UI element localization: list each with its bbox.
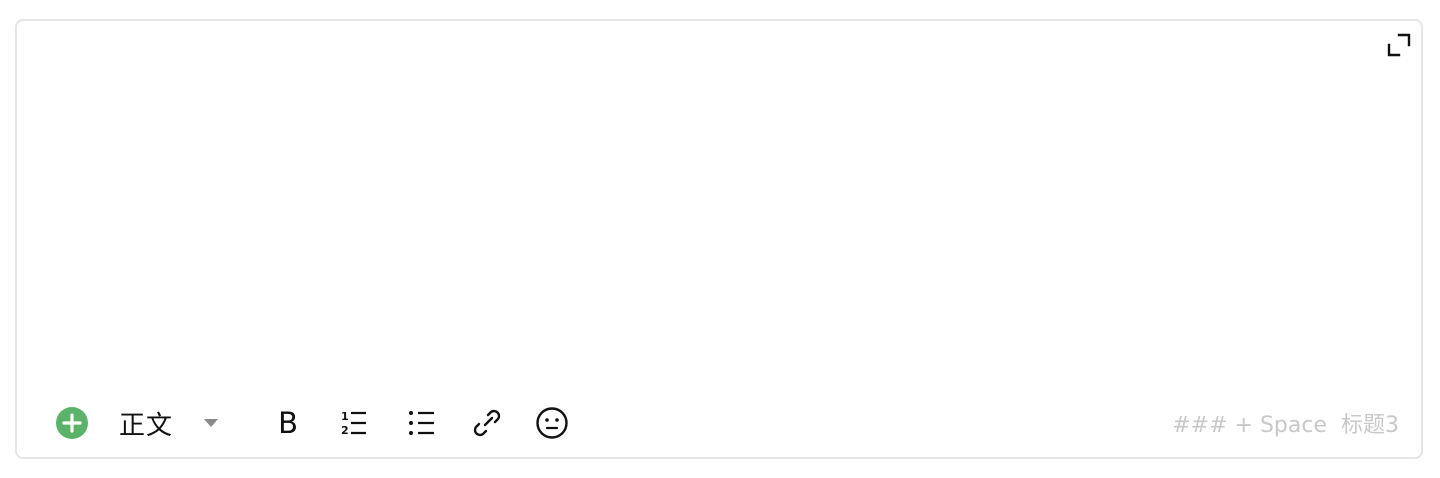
svg-text:2: 2 [341,424,349,437]
editor-content-area[interactable] [41,41,1361,377]
unordered-list-icon [409,411,435,435]
unordered-list-button[interactable] [405,403,439,443]
expand-icon [1387,33,1411,57]
rich-text-editor: 正文 B 1 2 ### + Space 标题3 [15,19,1423,459]
ordered-list-icon: 1 2 [341,410,367,437]
add-block-button[interactable] [55,406,89,440]
bold-label: B [278,406,298,440]
expand-button[interactable] [1385,31,1413,59]
svg-text:1: 1 [341,410,349,423]
ordered-list-button[interactable]: 1 2 [337,403,371,443]
plus-circle-icon [56,407,88,439]
link-button[interactable] [470,403,504,443]
bold-button[interactable]: B [271,403,305,443]
link-icon [473,409,501,437]
text-style-dropdown[interactable]: 正文 [119,403,219,443]
editor-toolbar: 正文 B 1 2 [55,401,570,445]
emoji-button[interactable] [534,403,570,443]
emoji-icon [536,407,568,439]
markdown-shortcut-hint: ### + Space 标题3 [1172,413,1399,438]
caret-down-icon [203,417,219,429]
text-style-label: 正文 [119,410,174,441]
